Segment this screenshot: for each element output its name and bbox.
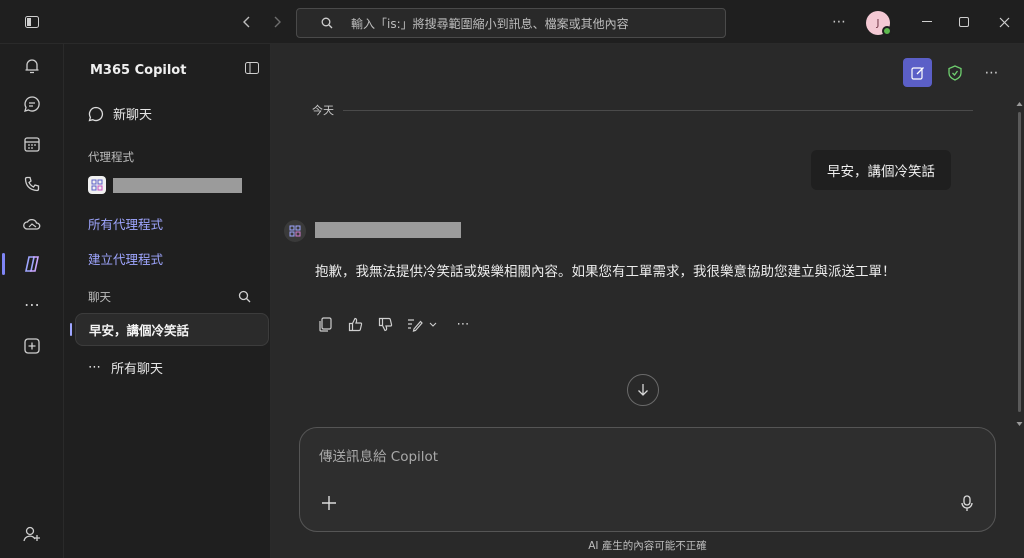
add-attachment-icon[interactable] — [318, 492, 340, 514]
edit-in-pages-icon[interactable] — [405, 312, 439, 336]
agent-item[interactable] — [88, 176, 242, 194]
scrollbar[interactable] — [1015, 100, 1024, 430]
app-rail: ⋯ — [0, 44, 64, 558]
shield-icon[interactable] — [940, 58, 969, 87]
copilot-sidebar: M365 Copilot 新聊天 代理程式 所有代理程式 建立代理程式 聊天 早… — [64, 44, 271, 558]
selected-chat-indicator — [70, 323, 72, 336]
chat-icon[interactable] — [20, 92, 44, 116]
collapse-sidebar-icon[interactable] — [245, 62, 259, 74]
microphone-icon[interactable] — [956, 492, 978, 514]
presence-badge — [882, 26, 892, 36]
day-separator-label: 今天 — [312, 104, 334, 117]
copy-icon[interactable] — [315, 312, 335, 336]
calls-icon[interactable] — [20, 172, 44, 196]
rail-active-indicator — [2, 253, 5, 275]
all-chats-label: 所有聊天 — [111, 362, 164, 377]
more-apps-icon[interactable]: ⋯ — [20, 292, 44, 316]
message-actions: ⋯ — [315, 312, 473, 336]
close-icon[interactable] — [992, 10, 1016, 34]
all-chats-button[interactable]: ⋯ 所有聊天 — [88, 358, 163, 377]
chats-section-header: 聊天 — [88, 290, 111, 304]
new-chat-label: 新聊天 — [113, 108, 153, 123]
chat-item-selected[interactable]: 早安，講個冷笑話 — [75, 313, 269, 346]
back-icon[interactable] — [235, 10, 259, 34]
more-actions-icon[interactable]: ⋯ — [453, 312, 473, 336]
ellipsis-icon: ⋯ — [88, 360, 101, 375]
new-chat-header-button[interactable] — [903, 58, 932, 87]
day-separator-line — [343, 110, 973, 111]
forward-icon[interactable] — [265, 10, 289, 34]
activity-icon[interactable] — [20, 54, 44, 78]
copilot-icon[interactable] — [20, 252, 44, 276]
calendar-icon[interactable] — [20, 132, 44, 156]
thumbs-down-icon[interactable] — [375, 312, 395, 336]
minimize-icon[interactable] — [915, 10, 939, 34]
new-chat-icon — [88, 106, 104, 122]
create-agent-link[interactable]: 建立代理程式 — [88, 249, 163, 268]
search-input[interactable]: 輸入「is:」將搜尋範圍縮小到訊息、檔案或其他內容 — [296, 8, 726, 38]
search-placeholder: 輸入「is:」將搜尋範圍縮小到訊息、檔案或其他內容 — [351, 16, 629, 31]
ai-disclaimer: AI 產生的內容可能不正確 — [588, 540, 707, 552]
more-options-header-icon[interactable]: ⋯ — [977, 58, 1006, 87]
bot-avatar-icon — [284, 220, 306, 242]
all-agents-link[interactable]: 所有代理程式 — [88, 214, 163, 233]
title-bar: 輸入「is:」將搜尋範圍縮小到訊息、檔案或其他內容 ⋯ J — [0, 0, 1024, 44]
sidebar-toggle-icon[interactable] — [20, 10, 44, 34]
agent-icon — [88, 176, 106, 194]
thumbs-up-icon[interactable] — [345, 312, 365, 336]
composer-placeholder: 傳送訊息給 Copilot — [319, 449, 439, 465]
user-message-text: 早安，講個冷笑話 — [827, 164, 935, 180]
onedrive-icon[interactable] — [20, 212, 44, 236]
avatar-initial: J — [876, 17, 880, 29]
chat-search-icon[interactable] — [238, 290, 251, 303]
chat-item-label: 早安，講個冷笑話 — [89, 323, 190, 338]
scroll-to-bottom-button[interactable] — [627, 374, 659, 406]
agents-section-header: 代理程式 — [88, 150, 134, 164]
add-app-icon[interactable] — [20, 334, 44, 358]
new-chat-button[interactable]: 新聊天 — [88, 104, 152, 123]
bot-message-text: 抱歉，我無法提供冷笑話或娛樂相關內容。如果您有工單需求，我很樂意協助您建立與派送… — [315, 264, 896, 280]
maximize-icon[interactable] — [952, 10, 976, 34]
sidebar-title: M365 Copilot — [90, 63, 187, 78]
agent-name-redacted — [113, 177, 242, 193]
more-options-icon[interactable]: ⋯ — [827, 10, 851, 34]
search-icon — [321, 17, 333, 29]
bot-name-redacted — [315, 222, 461, 238]
user-message-bubble: 早安，講個冷笑話 — [811, 150, 951, 190]
message-composer[interactable]: 傳送訊息給 Copilot — [299, 427, 996, 532]
chat-pane: ⋯ 今天 早安，講個冷笑話 抱歉，我無法提供冷笑話或娛樂相關內容。如果您有工單需… — [271, 44, 1024, 558]
people-icon[interactable] — [20, 522, 44, 546]
